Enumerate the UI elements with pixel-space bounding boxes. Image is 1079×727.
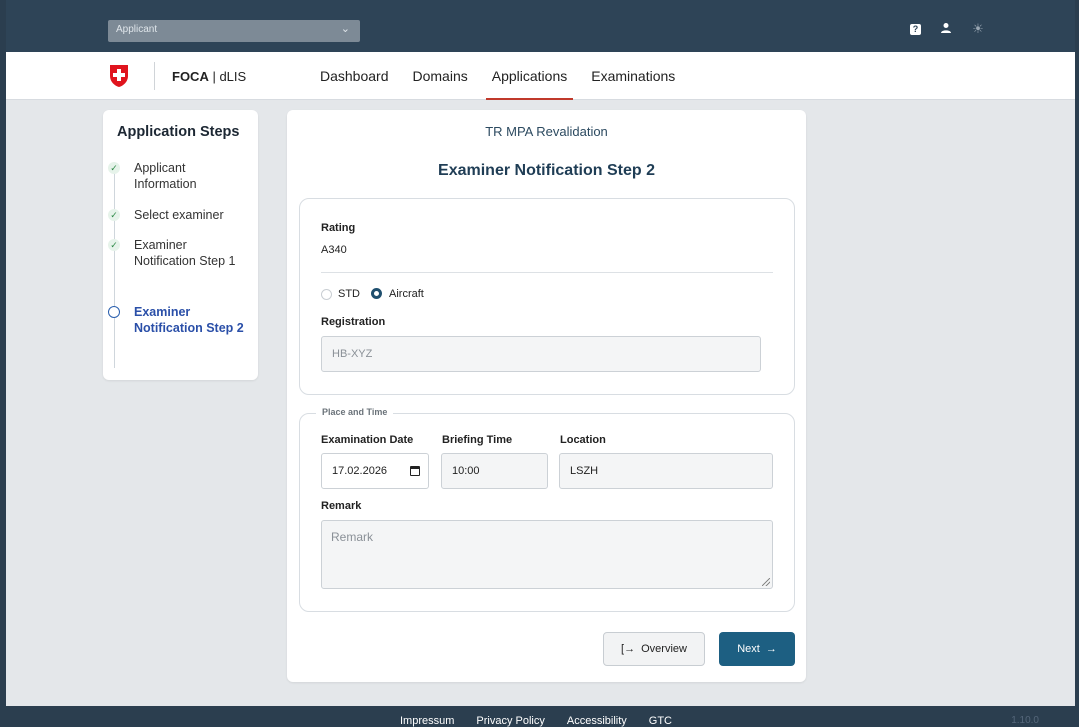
place-and-time-legend: Place and Time [316,407,394,417]
location-input[interactable]: LSZH [559,453,773,489]
check-icon: ✓ [108,209,120,221]
arrow-right-icon: → [765,643,777,655]
next-label: Next [737,643,760,655]
briefing-time-label: Briefing Time [442,434,513,446]
main-nav: FOCA | dLIS Dashboard Domains Applicatio… [6,52,1075,100]
location-label: Location [560,434,606,446]
exit-icon: [→ [621,643,636,655]
brand-divider [154,62,155,90]
exam-date-input[interactable]: 17.02.2026 [321,453,429,489]
step-label: Applicant Information [134,161,197,191]
chevron-down-icon: ⌄ [340,23,350,35]
registration-label: Registration [321,316,386,328]
help-icon[interactable]: ? [910,24,921,35]
footer-privacy-policy[interactable]: Privacy Policy [476,715,544,727]
remark-textarea[interactable]: Remark [321,520,773,589]
briefing-time-input[interactable]: 10:00 [441,453,548,489]
theme-sun-icon[interactable]: ☀ [971,22,985,36]
radio-aircraft-label: Aircraft [389,288,424,300]
top-bar: Applicant ⌄ ? ☀ [6,0,1075,52]
step-label: Examiner Notification Step 2 [134,305,244,335]
radio-std[interactable] [321,289,332,300]
check-icon: ✓ [108,239,120,251]
nav-applications[interactable]: Applications [485,52,574,100]
check-icon: ✓ [108,162,120,174]
circle-icon [108,306,120,318]
form-subtitle: TR MPA Revalidation [485,124,608,139]
app-window: Applicant ⌄ ? ☀ FOCA | dLIS Dashboard Do… [0,0,1079,727]
application-steps-card: Application Steps ✓ Applicant Informatio… [103,110,258,380]
remark-placeholder: Remark [331,530,374,544]
calendar-icon[interactable] [410,466,420,476]
exam-date-label: Examination Date [321,434,414,446]
app-version: 1.10.0 [1011,715,1039,726]
remark-label: Remark [321,500,362,512]
resize-handle-icon[interactable] [762,578,770,586]
next-button[interactable]: Next → [719,632,795,666]
place-and-time-section: Place and Time Examination Date Briefing… [299,407,795,612]
nav-domains[interactable]: Domains [407,52,474,100]
rating-label: Rating [321,222,356,234]
form-title: Examiner Notification Step 2 [438,162,655,179]
step-label: Select examiner [134,208,224,222]
footer: Impressum Privacy Policy Accessibility G… [6,706,1075,727]
footer-gtc[interactable]: GTC [649,715,672,727]
divider [321,272,773,273]
nav-dashboard[interactable]: Dashboard [314,52,395,100]
brand-bold: FOCA [172,69,209,84]
overview-button[interactable]: [→ Overview [603,632,705,666]
brand-suffix: | dLIS [208,69,247,84]
overview-label: Overview [641,643,687,655]
footer-impressum[interactable]: Impressum [400,715,454,727]
nav-examinations[interactable]: Examinations [585,52,681,100]
radio-std-label: STD [338,288,360,300]
steps-line [114,162,115,368]
swiss-logo[interactable] [108,64,130,88]
registration-input[interactable]: HB-XYZ [321,336,761,372]
radio-aircraft[interactable] [371,288,382,299]
user-icon[interactable] [939,22,953,36]
steps-title: Application Steps [117,124,240,140]
rating-section: Rating A340 STD Aircraft Registration HB… [299,198,795,395]
rating-value: A340 [321,244,347,256]
step-label: Examiner Notification Step 1 [134,238,236,268]
exam-date-value: 17.02.2026 [332,465,388,477]
role-select[interactable]: Applicant ⌄ [108,20,360,42]
form-card: TR MPA Revalidation Examiner Notificatio… [287,110,806,682]
footer-accessibility[interactable]: Accessibility [567,715,627,727]
role-select-value: Applicant [116,24,158,35]
brand[interactable]: FOCA | dLIS [172,69,246,84]
